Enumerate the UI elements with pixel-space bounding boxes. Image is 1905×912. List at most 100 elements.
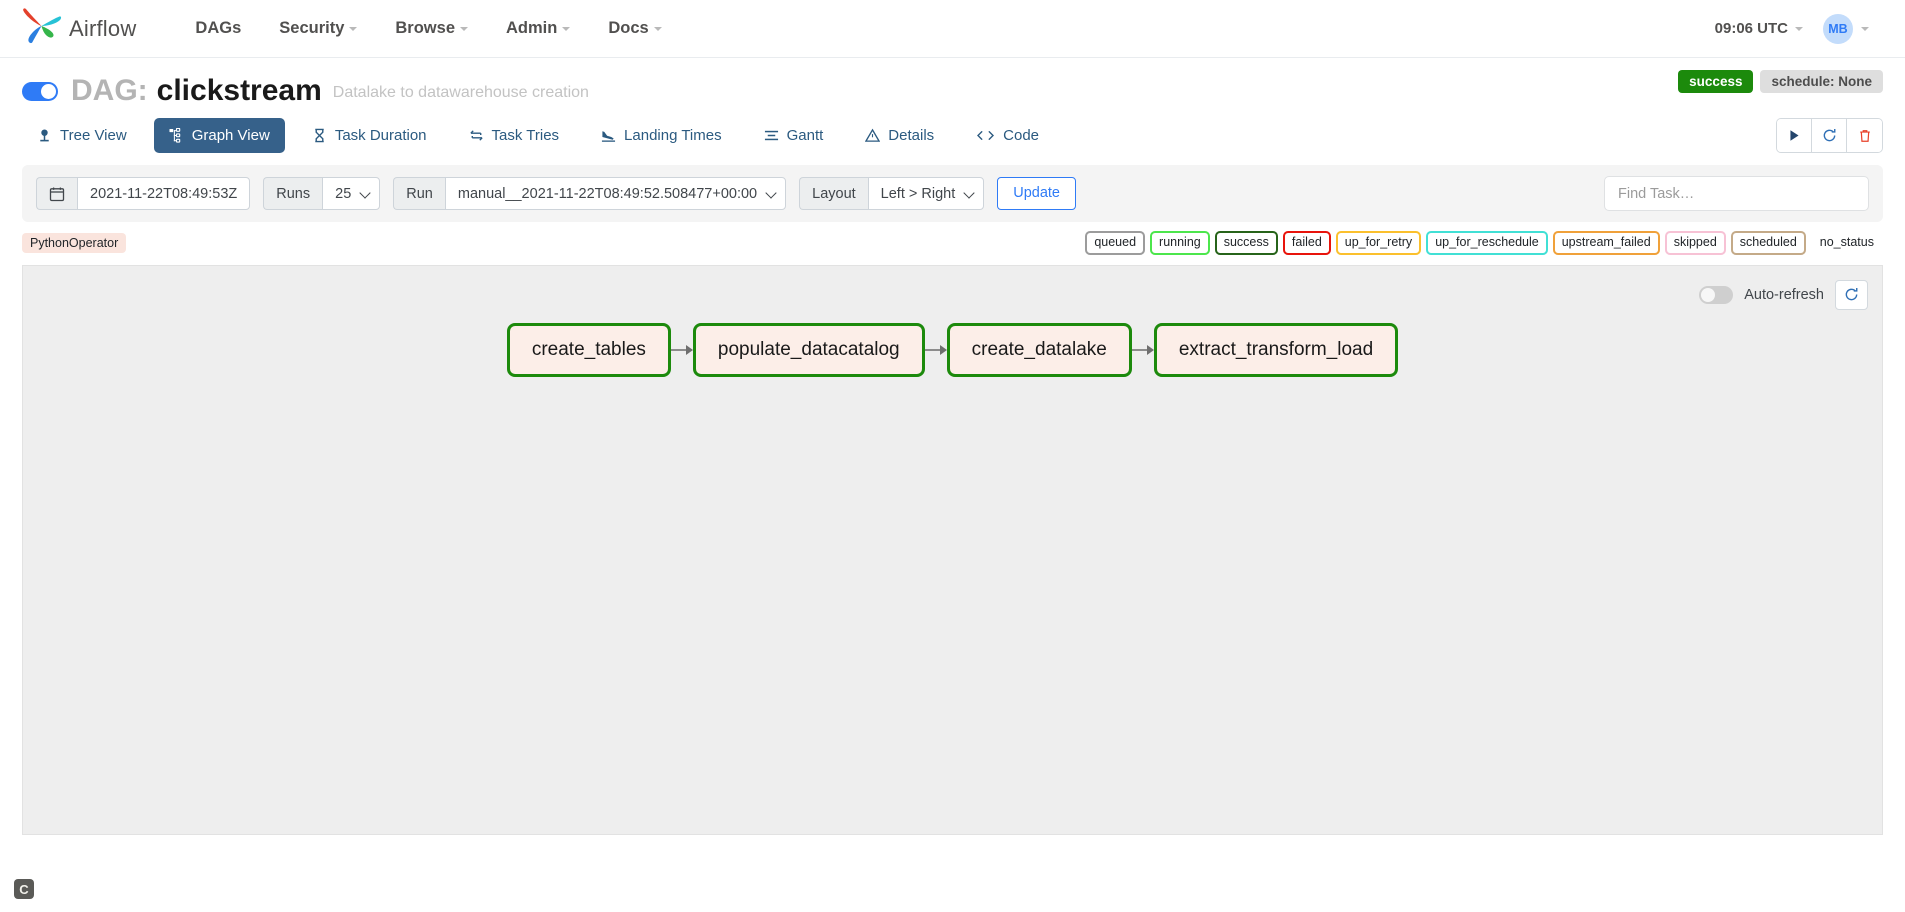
tab-details[interactable]: Details	[850, 118, 949, 153]
graph-refresh-button[interactable]	[1835, 279, 1868, 310]
task-graph: create_tables populate_datacatalog creat…	[23, 322, 1882, 377]
layout-select[interactable]: Left > Right	[867, 177, 985, 210]
graph-canvas[interactable]: Auto-refresh create_tables populate_data…	[22, 264, 1883, 835]
base-date-group: 2021-11-22T08:49:53Z	[36, 177, 251, 210]
task-node-create-tables[interactable]: create_tables	[506, 322, 671, 377]
refresh-icon	[1823, 128, 1835, 142]
runs-label: Runs	[263, 177, 323, 210]
tab-label: Landing Times	[624, 127, 722, 144]
legend-up-for-reschedule[interactable]: up_for_reschedule	[1426, 231, 1548, 255]
run-group: Run manual__2021-11-22T08:49:52.508477+0…	[393, 177, 787, 210]
legend-upstream-failed[interactable]: upstream_failed	[1552, 231, 1660, 255]
auto-refresh-toggle[interactable]	[1699, 285, 1734, 304]
tab-task-duration[interactable]: Task Duration	[297, 118, 442, 153]
chevron-down-icon	[562, 26, 571, 31]
runs-group: Runs 25	[263, 177, 381, 210]
tab-landing-times[interactable]: Landing Times	[586, 118, 737, 153]
legend-failed[interactable]: failed	[1282, 231, 1331, 255]
landing-icon	[601, 128, 616, 143]
nav-links: DAGs Security Browse Admin Docs	[176, 11, 680, 46]
tab-gantt[interactable]: Gantt	[749, 118, 839, 153]
tab-label: Details	[888, 127, 935, 144]
chevron-down-icon	[1795, 26, 1803, 31]
code-icon	[976, 128, 995, 143]
trash-icon	[1859, 129, 1870, 142]
edge-arrow-icon	[1131, 344, 1154, 356]
status-legend: queued running success failed up_for_ret…	[1085, 231, 1883, 255]
top-navbar: Airflow DAGs Security Browse Admin Docs …	[0, 0, 1905, 58]
dag-pause-toggle[interactable]	[22, 81, 58, 101]
update-button[interactable]: Update	[997, 177, 1076, 210]
legend-skipped[interactable]: skipped	[1664, 231, 1726, 255]
task-node-extract-transform-load[interactable]: extract_transform_load	[1153, 322, 1399, 377]
base-date-input[interactable]: 2021-11-22T08:49:53Z	[77, 177, 251, 210]
user-menu[interactable]: MB	[1823, 13, 1869, 44]
graph-wrap: Auto-refresh create_tables populate_data…	[0, 264, 1905, 835]
nav-item-dags[interactable]: DAGs	[176, 11, 260, 46]
controls-toolbar: 2021-11-22T08:49:53Z Runs 25 Run manual_…	[22, 165, 1883, 222]
airflow-brand[interactable]: Airflow	[22, 7, 136, 50]
page-title: clickstream	[156, 74, 322, 107]
tab-label: Task Duration	[334, 127, 427, 144]
nav-item-browse[interactable]: Browse	[376, 11, 487, 46]
chevron-down-icon	[765, 186, 777, 199]
nav-item-admin[interactable]: Admin	[487, 11, 589, 46]
tab-label: Gantt	[786, 127, 824, 144]
run-select-value: manual__2021-11-22T08:49:52.508477+00:00	[457, 185, 758, 202]
run-label: Run	[393, 177, 445, 210]
tab-code[interactable]: Code	[961, 118, 1054, 153]
find-task-input[interactable]: Find Task…	[1604, 176, 1869, 211]
auto-refresh-label: Auto-refresh	[1744, 286, 1824, 303]
chevron-down-icon	[349, 26, 358, 31]
refresh-icon	[1845, 288, 1858, 301]
calendar-button[interactable]	[36, 177, 77, 210]
nav-item-security[interactable]: Security	[260, 11, 376, 46]
delete-dag-button[interactable]	[1847, 119, 1882, 152]
legend-up-for-retry[interactable]: up_for_retry	[1335, 231, 1422, 255]
legend-scheduled[interactable]: scheduled	[1730, 231, 1806, 255]
airflow-logo-icon	[22, 7, 62, 50]
tab-task-tries[interactable]: Task Tries	[454, 118, 575, 153]
runs-select[interactable]: 25	[322, 177, 381, 210]
corner-widget[interactable]: C	[14, 879, 34, 899]
tab-graph-view[interactable]: Graph View	[153, 118, 285, 153]
toggle-knob	[1701, 287, 1716, 302]
dag-header: DAG: clickstream Datalake to datawarehou…	[0, 58, 1905, 112]
warning-icon	[865, 128, 881, 143]
task-node-create-datalake[interactable]: create_datalake	[946, 322, 1132, 377]
chevron-down-icon	[963, 186, 975, 199]
task-node-populate-datacatalog[interactable]: populate_datacatalog	[692, 322, 925, 377]
layout-label: Layout	[799, 177, 868, 210]
nav-item-label: Browse	[395, 19, 455, 37]
nav-item-label: Admin	[506, 19, 558, 37]
calendar-icon	[49, 187, 65, 201]
legend-success[interactable]: success	[1214, 231, 1278, 255]
retry-icon	[469, 128, 484, 143]
hourglass-icon	[312, 128, 327, 143]
legend-queued[interactable]: queued	[1085, 231, 1146, 255]
legend-running[interactable]: running	[1150, 231, 1210, 255]
avatar: MB	[1823, 13, 1853, 44]
trigger-dag-button[interactable]	[1777, 119, 1812, 152]
nav-item-label: DAGs	[195, 19, 242, 37]
dag-action-buttons	[1776, 118, 1883, 153]
edge-arrow-icon	[670, 344, 693, 356]
chevron-down-icon	[1861, 26, 1869, 31]
runs-select-value: 25	[335, 185, 352, 202]
run-select[interactable]: manual__2021-11-22T08:49:52.508477+00:00	[444, 177, 787, 210]
chevron-down-icon	[653, 26, 662, 31]
utc-clock-label: 09:06 UTC	[1714, 20, 1788, 37]
legend-row: PythonOperator queued running success fa…	[0, 222, 1905, 265]
utc-clock[interactable]: 09:06 UTC	[1715, 20, 1803, 37]
dag-prefix-label: DAG:	[71, 74, 148, 107]
layout-group: Layout Left > Right	[799, 177, 985, 210]
nav-item-docs[interactable]: Docs	[589, 11, 680, 46]
chevron-down-icon	[460, 26, 468, 31]
legend-no-status[interactable]: no_status	[1810, 231, 1883, 255]
controls-toolbar-wrap: 2021-11-22T08:49:53Z Runs 25 Run manual_…	[0, 153, 1905, 222]
tab-label: Task Tries	[491, 127, 560, 144]
edge-arrow-icon	[924, 344, 947, 356]
status-badge: success	[1678, 70, 1754, 93]
refresh-dag-button[interactable]	[1812, 119, 1847, 152]
tab-tree-view[interactable]: Tree View	[22, 118, 142, 153]
